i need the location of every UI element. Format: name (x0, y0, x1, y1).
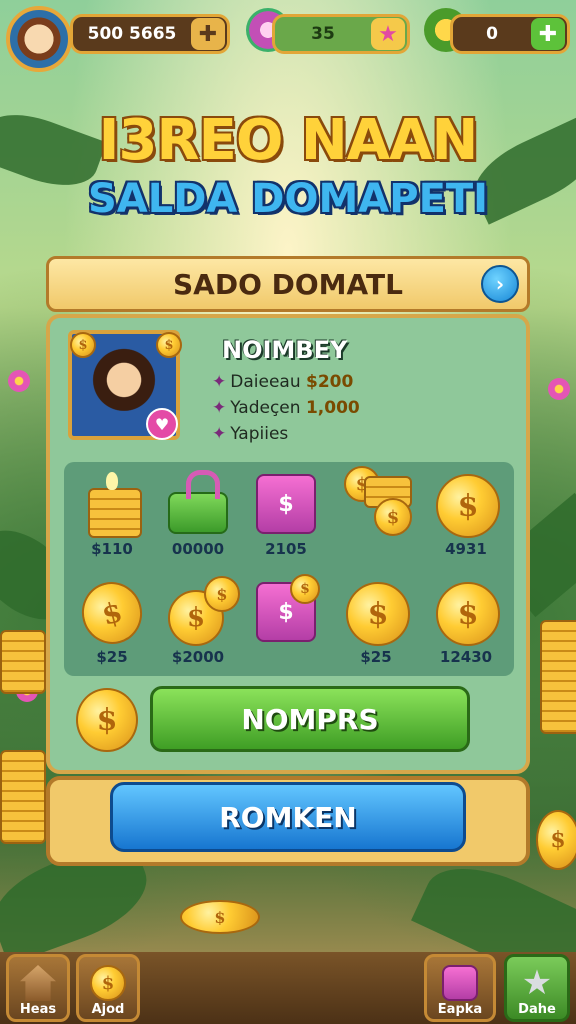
panel-header-title: SADO DOMATL (173, 267, 403, 301)
star-icon: ★ (521, 963, 553, 1003)
add-coins-button[interactable]: ✚ (191, 18, 225, 50)
heart-badge-icon: ♥ (146, 408, 178, 440)
coins-counter: 500 5665 ✚ (70, 14, 230, 54)
energy-value: 0 (486, 24, 498, 44)
shop-item[interactable]: $ $ (332, 462, 416, 562)
coins-value: 500 5665 (87, 24, 177, 44)
profile-name: NOIMBEY (222, 336, 348, 364)
gift-box-icon: $ (256, 474, 316, 534)
stat-row: ✦ Yapiies (212, 424, 289, 444)
shop-item[interactable]: $ $ $2000 (156, 576, 240, 678)
sparkle-icon: ✦ (212, 424, 227, 444)
gems-value: 35 (311, 24, 335, 44)
coin-icon: $ (90, 965, 126, 1001)
nav-item-home[interactable]: Heas (6, 954, 70, 1022)
gift-box-icon (442, 965, 478, 1001)
item-price: 12430 (439, 648, 493, 666)
sparkle-icon: ✦ (212, 398, 227, 418)
shop-item[interactable]: $ $25 (70, 575, 154, 678)
stat-row: ✦ Daieeau $200 (212, 372, 354, 392)
coin-icon: $ (290, 574, 320, 604)
coin-icon: $ (74, 575, 150, 651)
coin-pile-icon: $ $ (344, 466, 412, 536)
coin-icon: $ (156, 332, 182, 358)
item-price: $2000 (171, 648, 225, 666)
shop-item[interactable]: 00000 (156, 470, 240, 570)
chevron-right-icon[interactable]: › (481, 265, 519, 303)
energy-counter: 0 ✚ (450, 14, 570, 54)
shop-item[interactable]: $ 4931 (424, 470, 508, 570)
shop-item[interactable]: $110 (70, 470, 154, 570)
coin-stack-icon (82, 472, 142, 538)
nav-item-stars[interactable]: ★ Dahe (504, 954, 570, 1022)
buy-button[interactable]: NOMPRS (150, 686, 470, 752)
stat-row: ✦ Yadeçen 1,000 (212, 398, 360, 418)
shop-item[interactable]: $ 12430 (424, 578, 508, 678)
item-price: 4931 (445, 540, 487, 558)
coin-icon: $ (76, 688, 138, 752)
gems-counter: 35 ★ (272, 14, 410, 54)
coin-icon: $ (346, 582, 410, 646)
shop-item[interactable]: $ 2105 (244, 470, 328, 570)
shop-item[interactable]: $ $25 (334, 578, 418, 678)
confirm-button[interactable]: ROMKEN (110, 782, 466, 852)
item-price: 2105 (265, 540, 307, 558)
nav-item-shop[interactable]: $ Ajod (76, 954, 140, 1022)
item-price: $110 (91, 540, 133, 558)
shop-item[interactable]: $ $ (244, 574, 328, 678)
game-subtitle: SALDA DOMAPETI (87, 176, 489, 222)
sparkle-icon: ✦ (212, 372, 227, 392)
house-icon (20, 965, 56, 1001)
panel-header: SADO DOMATL › (46, 256, 530, 312)
game-title: I3REO NAAN (98, 108, 479, 173)
top-bar: 500 5665 ✚ 35 ★ 0 ✚ (0, 0, 576, 80)
coin-icon: $ (70, 332, 96, 358)
player-avatar[interactable] (6, 6, 72, 72)
coin-icon: $ (436, 474, 500, 538)
nav-item-gifts[interactable]: Eapka (424, 954, 496, 1022)
item-price: 00000 (171, 540, 225, 558)
star-icon[interactable]: ★ (371, 18, 405, 50)
lock-icon (168, 470, 228, 534)
coin-pair-icon: $ $ (168, 576, 240, 646)
item-price: $25 (360, 648, 392, 666)
add-energy-button[interactable]: ✚ (531, 18, 565, 50)
coin-icon: $ (436, 582, 500, 646)
item-price: $25 (96, 648, 128, 666)
